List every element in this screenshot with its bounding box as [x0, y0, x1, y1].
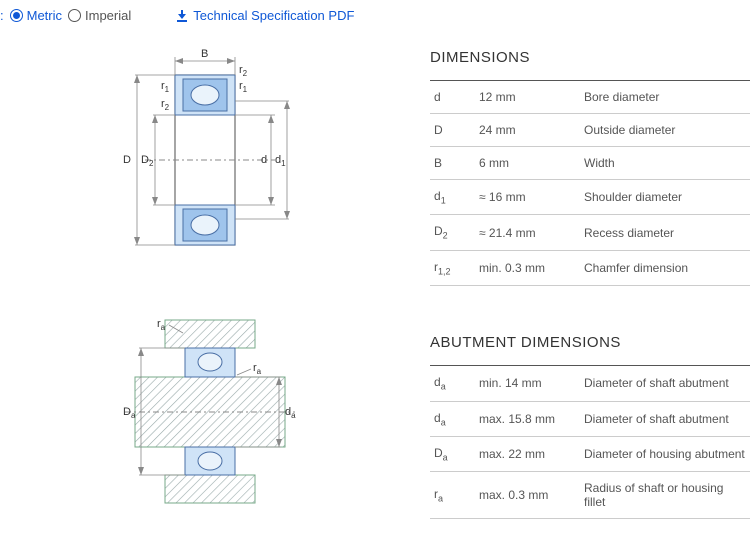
dimension-description: Width — [580, 147, 750, 180]
pdf-link-label: Technical Specification PDF — [193, 8, 354, 23]
dimensions-diagram: B r2 r1 r1 r2 D D2 d d1 — [75, 45, 355, 275]
svg-text:d1: d1 — [275, 154, 286, 168]
abutment-diagram: ra ra Da da — [75, 315, 355, 525]
svg-text:D: D — [123, 154, 131, 166]
svg-text:d: d — [261, 154, 267, 166]
dimension-symbol: D2 — [430, 215, 475, 250]
abutment-description: Radius of shaft or housing fillet — [580, 472, 750, 519]
metric-label: Metric — [27, 8, 62, 23]
dimension-symbol: d1 — [430, 180, 475, 215]
dimensions-title: DIMENSIONS — [430, 49, 750, 66]
table-row: damin. 14 mmDiameter of shaft abutment — [430, 366, 750, 401]
diagrams-column: B r2 r1 r1 r2 D D2 d d1 — [0, 35, 430, 555]
abutment-title: ABUTMENT DIMENSIONS — [430, 334, 750, 351]
abutment-symbol: da — [430, 366, 475, 401]
svg-text:da: da — [285, 406, 296, 420]
dimension-symbol: B — [430, 147, 475, 180]
download-icon — [177, 10, 187, 22]
dimension-description: Shoulder diameter — [580, 180, 750, 215]
table-row: B6 mmWidth — [430, 147, 750, 180]
abutment-description: Diameter of shaft abutment — [580, 366, 750, 401]
table-row: ramax. 0.3 mmRadius of shaft or housing … — [430, 472, 750, 519]
abutment-value: max. 22 mm — [475, 436, 580, 471]
svg-text:r1: r1 — [239, 80, 248, 94]
dimension-description: Recess diameter — [580, 215, 750, 250]
abutment-symbol: da — [430, 401, 475, 436]
table-row: damax. 15.8 mmDiameter of shaft abutment — [430, 401, 750, 436]
dimension-value: ≈ 16 mm — [475, 180, 580, 215]
dimensions-table: d12 mmBore diameterD24 mmOutside diamete… — [430, 80, 750, 286]
svg-text:r2: r2 — [239, 64, 248, 78]
abutment-value: max. 15.8 mm — [475, 401, 580, 436]
table-row: Damax. 22 mmDiameter of housing abutment — [430, 436, 750, 471]
svg-text:D2: D2 — [141, 154, 154, 168]
svg-text:ra: ra — [157, 318, 166, 332]
abutment-value: max. 0.3 mm — [475, 472, 580, 519]
svg-text:Da: Da — [123, 406, 136, 420]
dimension-value: ≈ 21.4 mm — [475, 215, 580, 250]
dimension-symbol: D — [430, 114, 475, 147]
abutment-symbol: Da — [430, 436, 475, 471]
imperial-label: Imperial — [85, 8, 131, 23]
pdf-link[interactable]: Technical Specification PDF — [177, 8, 354, 23]
abutment-description: Diameter of housing abutment — [580, 436, 750, 471]
dimension-value: 12 mm — [475, 81, 580, 114]
imperial-radio[interactable]: Imperial — [68, 8, 131, 23]
dimension-description: Bore diameter — [580, 81, 750, 114]
dimension-description: Outside diameter — [580, 114, 750, 147]
svg-text:B: B — [201, 48, 208, 60]
dimension-value: 24 mm — [475, 114, 580, 147]
abutment-description: Diameter of shaft abutment — [580, 401, 750, 436]
dimension-symbol: r1,2 — [430, 250, 475, 285]
table-row: d1≈ 16 mmShoulder diameter — [430, 180, 750, 215]
abutment-table: damin. 14 mmDiameter of shaft abutmentda… — [430, 365, 750, 519]
dimension-symbol: d — [430, 81, 475, 114]
table-row: D2≈ 21.4 mmRecess diameter — [430, 215, 750, 250]
svg-text:r1: r1 — [161, 80, 170, 94]
radio-prefix: : — [0, 8, 4, 23]
dimension-value: min. 0.3 mm — [475, 250, 580, 285]
radio-unselected-icon — [68, 9, 81, 22]
radio-selected-icon — [10, 9, 23, 22]
table-row: d12 mmBore diameter — [430, 81, 750, 114]
abutment-symbol: ra — [430, 472, 475, 519]
svg-text:r2: r2 — [161, 98, 170, 112]
table-row: r1,2min. 0.3 mmChamfer dimension — [430, 250, 750, 285]
specs-column: DIMENSIONS d12 mmBore diameterD24 mmOuts… — [430, 35, 750, 555]
svg-text:ra: ra — [253, 362, 262, 376]
abutment-value: min. 14 mm — [475, 366, 580, 401]
table-row: D24 mmOutside diameter — [430, 114, 750, 147]
dimension-description: Chamfer dimension — [580, 250, 750, 285]
metric-radio[interactable]: Metric — [10, 8, 62, 23]
dimension-value: 6 mm — [475, 147, 580, 180]
